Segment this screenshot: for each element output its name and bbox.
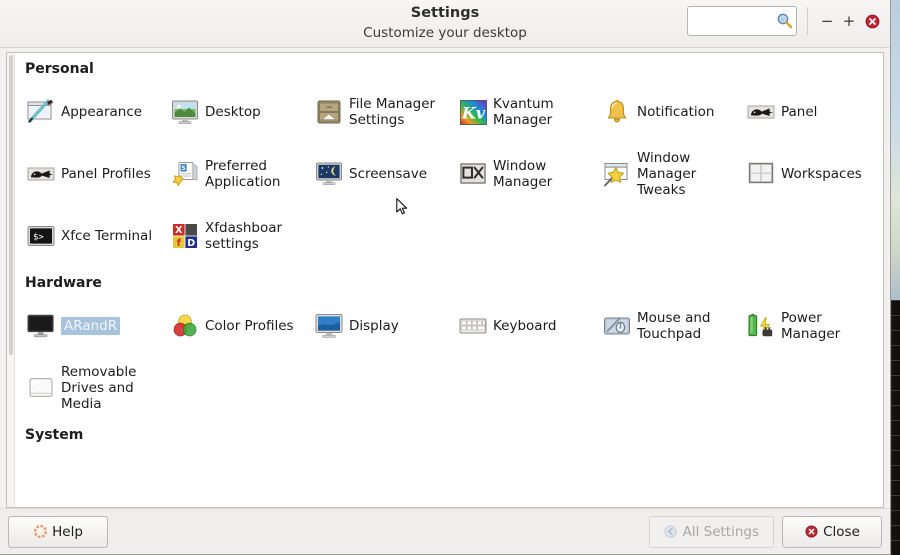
scrollbar-thumb[interactable] xyxy=(8,55,13,355)
settings-tile-label: Power Manager xyxy=(781,310,841,342)
settings-tile-label: Panel xyxy=(781,104,818,120)
settings-tile-label: Window Manager Tweaks xyxy=(637,150,697,198)
settings-tile[interactable]: Kv Kvantum Manager xyxy=(451,81,595,143)
settings-tile[interactable]: Screensave xyxy=(307,143,451,205)
display-icon xyxy=(315,312,343,340)
help-icon xyxy=(33,525,47,539)
settings-tile[interactable]: $> Xfce Terminal xyxy=(19,205,163,267)
settings-scroll-area[interactable]: Personal Appearance Desktop File Manager… xyxy=(6,52,884,508)
xfdashboard-icon: X f D xyxy=(171,222,199,250)
settings-tile[interactable]: Removable Drives and Media xyxy=(19,357,163,419)
close-circle-icon xyxy=(804,525,818,539)
settings-tile[interactable]: Color Profiles xyxy=(163,295,307,357)
settings-tile-label: ARandR xyxy=(61,317,121,335)
settings-tile[interactable]: Window Manager Tweaks xyxy=(595,143,739,205)
back-arrow-icon xyxy=(664,525,678,539)
settings-tile-label: Removable Drives and Media xyxy=(61,364,137,412)
settings-tile-label: Preferred Application xyxy=(205,158,281,190)
settings-tile-label: Panel Profiles xyxy=(61,166,151,182)
search-icon[interactable] xyxy=(776,12,793,29)
settings-grid-personal: Appearance Desktop File Manager Settings… xyxy=(19,81,883,267)
xfce-terminal-icon: $> xyxy=(27,222,55,250)
vertical-scrollbar[interactable] xyxy=(7,53,15,507)
settings-tile-label: Kvantum Manager xyxy=(493,96,554,128)
window-manager-icon xyxy=(459,160,487,188)
settings-tile[interactable]: Panel Profiles xyxy=(19,143,163,205)
workspaces-icon xyxy=(747,160,775,188)
dialog-button-bar: Help All Settings Close xyxy=(0,508,890,554)
keyboard-icon xyxy=(459,312,487,340)
screensaver-icon xyxy=(315,160,343,188)
help-button[interactable]: Help xyxy=(8,515,108,548)
settings-tile[interactable]: Window Manager xyxy=(451,143,595,205)
settings-tile[interactable]: Panel xyxy=(739,81,883,143)
arandr-monitor-icon xyxy=(27,312,55,340)
settings-tile-label: Notification xyxy=(637,104,715,120)
power-manager-icon xyxy=(747,312,775,340)
close-button[interactable]: Close xyxy=(782,515,882,548)
settings-tile-label: Mouse and Touchpad xyxy=(637,310,711,342)
panel-profiles-icon xyxy=(27,160,55,188)
settings-content: Personal Appearance Desktop File Manager… xyxy=(15,53,883,507)
settings-tile[interactable]: Power Manager xyxy=(739,295,883,357)
minimize-button[interactable]: − xyxy=(816,9,838,33)
settings-tile-label: File Manager Settings xyxy=(349,96,436,128)
settings-tile[interactable]: X f D Xfdashboar settings xyxy=(163,205,307,267)
settings-tile[interactable]: Mouse and Touchpad xyxy=(595,295,739,357)
svg-text:X: X xyxy=(175,225,183,236)
svg-text:D: D xyxy=(187,238,195,249)
settings-tile-label: Color Profiles xyxy=(205,318,294,334)
settings-tile[interactable]: Notification xyxy=(595,81,739,143)
search-box[interactable] xyxy=(687,6,797,36)
settings-tile-label: Appearance xyxy=(61,104,143,120)
settings-tile-label: Workspaces xyxy=(781,166,862,182)
settings-tile-label: Xfdashboar settings xyxy=(205,220,283,252)
settings-tile[interactable]: Desktop xyxy=(163,81,307,143)
group-title-personal: Personal xyxy=(25,61,94,77)
file-manager-icon xyxy=(315,98,343,126)
svg-text:S: S xyxy=(181,165,185,172)
settings-tile[interactable]: Workspaces xyxy=(739,143,883,205)
settings-tile-label: Desktop xyxy=(205,104,261,120)
window-manager-tweaks-icon xyxy=(603,160,631,188)
group-title-system: System xyxy=(25,427,84,443)
settings-tile[interactable]: File Manager Settings xyxy=(307,81,451,143)
notification-bell-icon xyxy=(603,98,631,126)
color-profiles-icon xyxy=(171,312,199,340)
all-settings-button[interactable]: All Settings xyxy=(648,515,774,548)
settings-grid-hardware: ARandR Color Profiles Display Keyboard M xyxy=(19,295,883,419)
settings-tile[interactable]: Appearance xyxy=(19,81,163,143)
settings-window: Settings Customize your desktop − + Pers… xyxy=(0,0,891,555)
maximize-button[interactable]: + xyxy=(838,9,860,33)
kvantum-manager-icon: Kv xyxy=(459,98,487,126)
titlebar-divider xyxy=(807,7,808,35)
mouse-touchpad-icon xyxy=(603,312,631,340)
preferred-applications-icon: S xyxy=(171,160,199,188)
close-button-label: Close xyxy=(823,523,860,540)
svg-text:$>: $> xyxy=(33,232,44,242)
svg-text:Kv: Kv xyxy=(460,103,485,122)
settings-tile-label: Xfce Terminal xyxy=(61,228,153,244)
window-titlebar[interactable]: Settings Customize your desktop − + xyxy=(0,0,890,48)
settings-tile-label: Display xyxy=(349,318,399,334)
settings-tile[interactable]: S Preferred Application xyxy=(163,143,307,205)
settings-tile[interactable]: Display xyxy=(307,295,451,357)
settings-tile[interactable]: ARandR xyxy=(19,295,163,357)
settings-tile-label: Screensave xyxy=(349,166,428,182)
group-title-hardware: Hardware xyxy=(25,275,102,291)
help-button-label: Help xyxy=(52,523,83,540)
all-settings-button-label: All Settings xyxy=(682,523,759,540)
settings-tile[interactable]: Keyboard xyxy=(451,295,595,357)
appearance-icon xyxy=(27,98,55,126)
settings-tile-label: Window Manager xyxy=(493,158,553,190)
desktop-icon xyxy=(171,98,199,126)
panel-icon xyxy=(747,98,775,126)
titlebar-controls: − + xyxy=(687,6,884,36)
removable-drives-icon xyxy=(27,374,55,402)
settings-tile-label: Keyboard xyxy=(493,318,557,334)
close-window-button[interactable] xyxy=(860,9,884,33)
